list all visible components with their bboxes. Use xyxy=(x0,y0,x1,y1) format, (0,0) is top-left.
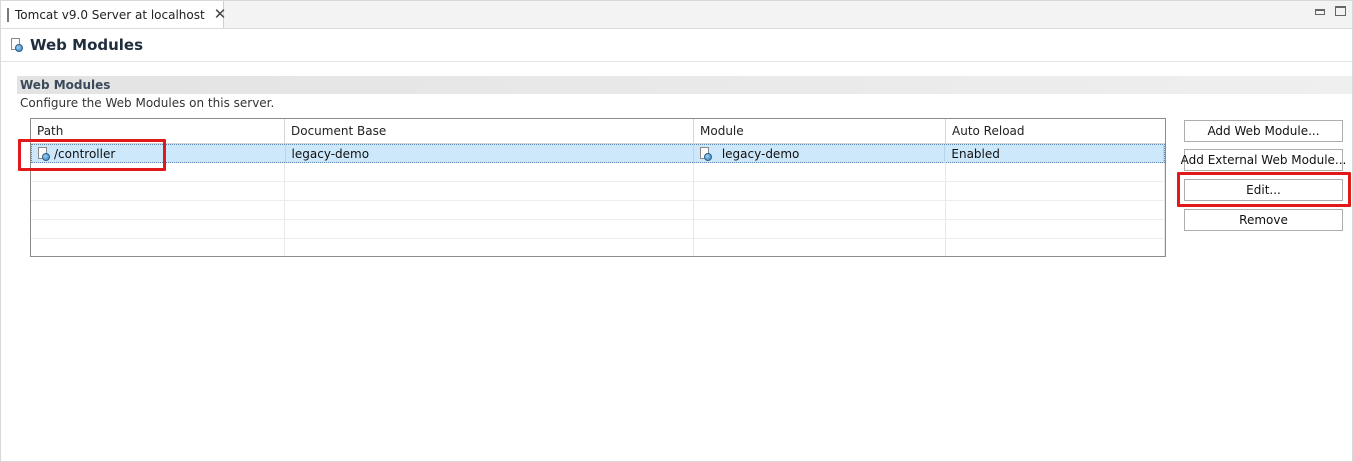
minimize-icon[interactable] xyxy=(1315,9,1325,15)
view-controls xyxy=(1315,6,1346,16)
auto-reload-value: Enabled xyxy=(951,147,1000,161)
remove-button[interactable]: Remove xyxy=(1184,209,1343,231)
web-module-icon xyxy=(11,38,23,52)
section-header: Web Modules xyxy=(17,76,1352,94)
add-external-web-module-button[interactable]: Add External Web Module... xyxy=(1181,149,1346,171)
edit-button[interactable]: Edit... xyxy=(1184,179,1343,201)
tab-tomcat-server[interactable]: Tomcat v9.0 Server at localhost ✕ xyxy=(1,1,227,28)
column-header-document-base[interactable]: Document Base xyxy=(285,119,694,143)
empty-row xyxy=(31,201,1165,220)
server-editor-window: Tomcat v9.0 Server at localhost ✕ Web Mo… xyxy=(0,0,1353,462)
column-header-auto-reload[interactable]: Auto Reload xyxy=(946,119,1165,143)
section-description: Configure the Web Modules on this server… xyxy=(20,96,275,110)
close-icon[interactable]: ✕ xyxy=(214,7,227,22)
web-module-icon xyxy=(38,147,50,161)
empty-row xyxy=(31,220,1165,239)
cell-auto-reload: Enabled xyxy=(945,145,1164,163)
editor-header: Web Modules xyxy=(1,29,1352,62)
cell-path: /controller xyxy=(32,145,286,163)
tab-label: Tomcat v9.0 Server at localhost xyxy=(15,7,205,22)
cell-document-base: legacy-demo xyxy=(286,145,694,163)
empty-row xyxy=(31,239,1165,256)
empty-row xyxy=(31,163,1165,182)
table-row[interactable]: /controller legacy-demo legacy-demo Enab… xyxy=(31,144,1165,163)
table-header: Path Document Base Module Auto Reload xyxy=(31,119,1165,144)
column-header-module[interactable]: Module xyxy=(694,119,946,143)
document-base-value: legacy-demo xyxy=(291,147,370,161)
editor-tabbar: Tomcat v9.0 Server at localhost ✕ xyxy=(1,1,1352,29)
add-web-module-button[interactable]: Add Web Module... xyxy=(1184,120,1343,142)
server-icon xyxy=(7,7,9,22)
empty-row xyxy=(31,182,1165,201)
path-value: /controller xyxy=(54,147,116,161)
section-title: Web Modules xyxy=(20,78,111,92)
maximize-icon[interactable] xyxy=(1335,6,1346,16)
page-title: Web Modules xyxy=(30,36,144,54)
web-modules-table[interactable]: Path Document Base Module Auto Reload /c… xyxy=(30,118,1166,257)
cell-module: legacy-demo xyxy=(694,145,946,163)
column-header-path[interactable]: Path xyxy=(31,119,285,143)
project-module-icon xyxy=(699,147,712,161)
module-value: legacy-demo xyxy=(721,147,800,161)
